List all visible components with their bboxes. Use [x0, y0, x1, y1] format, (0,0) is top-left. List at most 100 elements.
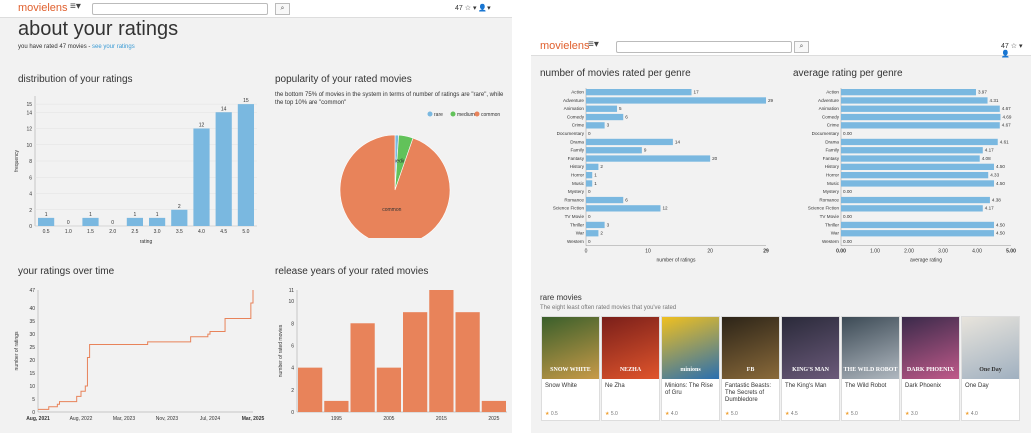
movie-title[interactable]: Fantastic Beasts: The Secrets of Dumbled…: [725, 383, 779, 404]
rating-distribution-chart: 0 2 4 6 8 10 12 14 15 1 0.5 0 1.0 1 1.5 0 2.0 1 2.5 1 3.0 2 3.…: [14, 96, 257, 245]
bar: [586, 230, 599, 237]
genre-label: Mystery: [568, 189, 585, 194]
y-tick-label: 8: [291, 321, 294, 327]
movie-title[interactable]: Snow White: [545, 383, 599, 390]
movie-poster[interactable]: NEZHA: [602, 317, 659, 379]
see-ratings-link[interactable]: see your ratings: [92, 44, 135, 50]
movie-title[interactable]: Dark Phoenix: [905, 383, 959, 390]
movie-card[interactable]: SNOW WHITE Snow White ★ 0.5: [541, 316, 600, 421]
x-tick-label: 2.0: [109, 229, 116, 235]
search-button-right[interactable]: ⌕: [794, 41, 809, 53]
movie-card[interactable]: minions Minions: The Rise of Gru ★ 4.0: [661, 316, 720, 421]
genre-label: Mystery: [823, 189, 840, 194]
user-menu[interactable]: 47 ☆ ▾ 👤▾: [455, 4, 491, 12]
bar: [324, 400, 349, 412]
search-input[interactable]: [92, 3, 268, 15]
y-tick-label: 0: [29, 224, 32, 230]
search-input-right[interactable]: [616, 41, 792, 53]
y-tick-label: 11: [289, 288, 294, 294]
movie-poster[interactable]: THE WILD ROBOT: [842, 317, 899, 379]
poster-artwork-text: THE WILD ROBOT: [843, 367, 898, 373]
y-tick-label: 8: [29, 159, 32, 165]
movie-poster[interactable]: minions: [662, 317, 719, 379]
movie-poster[interactable]: FB: [722, 317, 779, 379]
x-tick-label: 2.00: [904, 249, 914, 255]
x-tick-label: Aug, 2022: [70, 416, 93, 422]
bar-value-label: 4.50: [996, 164, 1005, 169]
y-tick-label: 35: [29, 319, 35, 325]
x-tick-label: Aug, 2021: [26, 416, 50, 422]
y-tick-label: 2: [291, 388, 294, 394]
y-tick-label: 4: [291, 366, 294, 372]
bar-value-label: 4.33: [990, 173, 999, 178]
movie-card[interactable]: THE WILD ROBOT The Wild Robot ★ 5.0: [841, 316, 900, 421]
movie-poster[interactable]: One Day: [962, 317, 1019, 379]
genre-label: Thriller: [825, 222, 840, 227]
movie-rating: ★ 5.0: [605, 411, 618, 417]
movie-rating: ★ 4.0: [965, 411, 978, 417]
bar: [82, 217, 99, 226]
x-tick-label: 10: [645, 249, 651, 255]
x-tick-label: 1995: [331, 416, 342, 422]
bar-value-label: 4.61: [1000, 139, 1009, 144]
genre-label: Family: [825, 148, 839, 153]
movielens-logo[interactable]: movielens: [18, 2, 68, 14]
genre-label: Adventure: [563, 98, 584, 103]
bar: [586, 89, 692, 96]
movie-title[interactable]: The King's Man: [785, 383, 839, 390]
movie-card[interactable]: FB Fantastic Beasts: The Secrets of Dumbl…: [721, 316, 780, 421]
bar: [841, 113, 1001, 121]
poster-artwork-text: KING'S MAN: [792, 367, 829, 373]
movie-poster[interactable]: DARK PHOENIX: [902, 317, 959, 379]
y-tick-label: 6: [291, 343, 294, 349]
rating-value: 3.0: [910, 411, 918, 417]
movielens-logo-right[interactable]: movielens: [540, 40, 590, 52]
hamburger-menu-icon-right[interactable]: ≡▾: [588, 39, 599, 50]
movie-title[interactable]: Ne Zha: [605, 383, 659, 390]
movie-card[interactable]: One Day One Day ★ 4.0: [961, 316, 1020, 421]
x-tick-label: 2005: [383, 416, 394, 422]
genre-count-title: number of movies rated per genre: [540, 68, 691, 79]
y-axis-label: frequency: [14, 150, 20, 172]
bar: [586, 172, 593, 179]
y-tick-label: 4: [29, 192, 32, 198]
bar: [841, 180, 994, 187]
y-tick-label: 10: [288, 299, 294, 305]
genre-label: Horror: [826, 173, 839, 178]
movie-title[interactable]: The Wild Robot: [845, 383, 899, 390]
bar: [841, 147, 983, 154]
bar-value-label: 14: [675, 139, 681, 144]
movie-card[interactable]: NEZHA Ne Zha ★ 5.0: [601, 316, 660, 421]
y-tick-label: 12: [26, 127, 32, 133]
genre-label: Western: [822, 239, 839, 244]
y-tick-label: 5: [32, 397, 35, 403]
user-menu-right[interactable]: 47 ☆ ▾ 👤: [1001, 42, 1031, 58]
movie-title[interactable]: Minions: The Rise of Gru: [665, 383, 719, 397]
legend-swatch: [474, 111, 480, 117]
bar: [403, 312, 428, 412]
bar-value-label: 17: [694, 90, 700, 95]
y-tick-label: 15: [26, 102, 32, 108]
y-tick-label: 10: [29, 384, 35, 390]
x-tick-label: 5.00: [1006, 249, 1016, 255]
poster-artwork-text: DARK PHOENIX: [906, 367, 955, 373]
release-years-chart: 0 2 4 6 8 10 11 1995 2005 2015 2025 number of rated…: [278, 288, 507, 422]
movie-poster[interactable]: SNOW WHITE: [542, 317, 599, 379]
search-button[interactable]: ⌕: [275, 3, 290, 15]
hamburger-menu-icon[interactable]: ≡▾: [70, 1, 81, 12]
genre-label: Crime: [827, 123, 840, 128]
movie-rating: ★ 5.0: [845, 411, 858, 417]
genre-label: Horror: [571, 173, 584, 178]
bar: [841, 221, 994, 229]
genre-label: Music: [572, 181, 585, 186]
rating-value: 5.0: [850, 411, 858, 417]
movie-card[interactable]: KING'S MAN The King's Man ★ 4.5: [781, 316, 840, 421]
bar-value-label: 1: [156, 212, 159, 218]
movie-title[interactable]: One Day: [965, 383, 1019, 390]
poster-artwork-text: SNOW WHITE: [550, 367, 591, 373]
bar: [586, 147, 642, 154]
genre-label: Action: [826, 90, 839, 95]
movie-poster[interactable]: KING'S MAN: [782, 317, 839, 379]
x-axis-label: average rating: [910, 258, 942, 264]
movie-card[interactable]: DARK PHOENIX Dark Phoenix ★ 3.0: [901, 316, 960, 421]
